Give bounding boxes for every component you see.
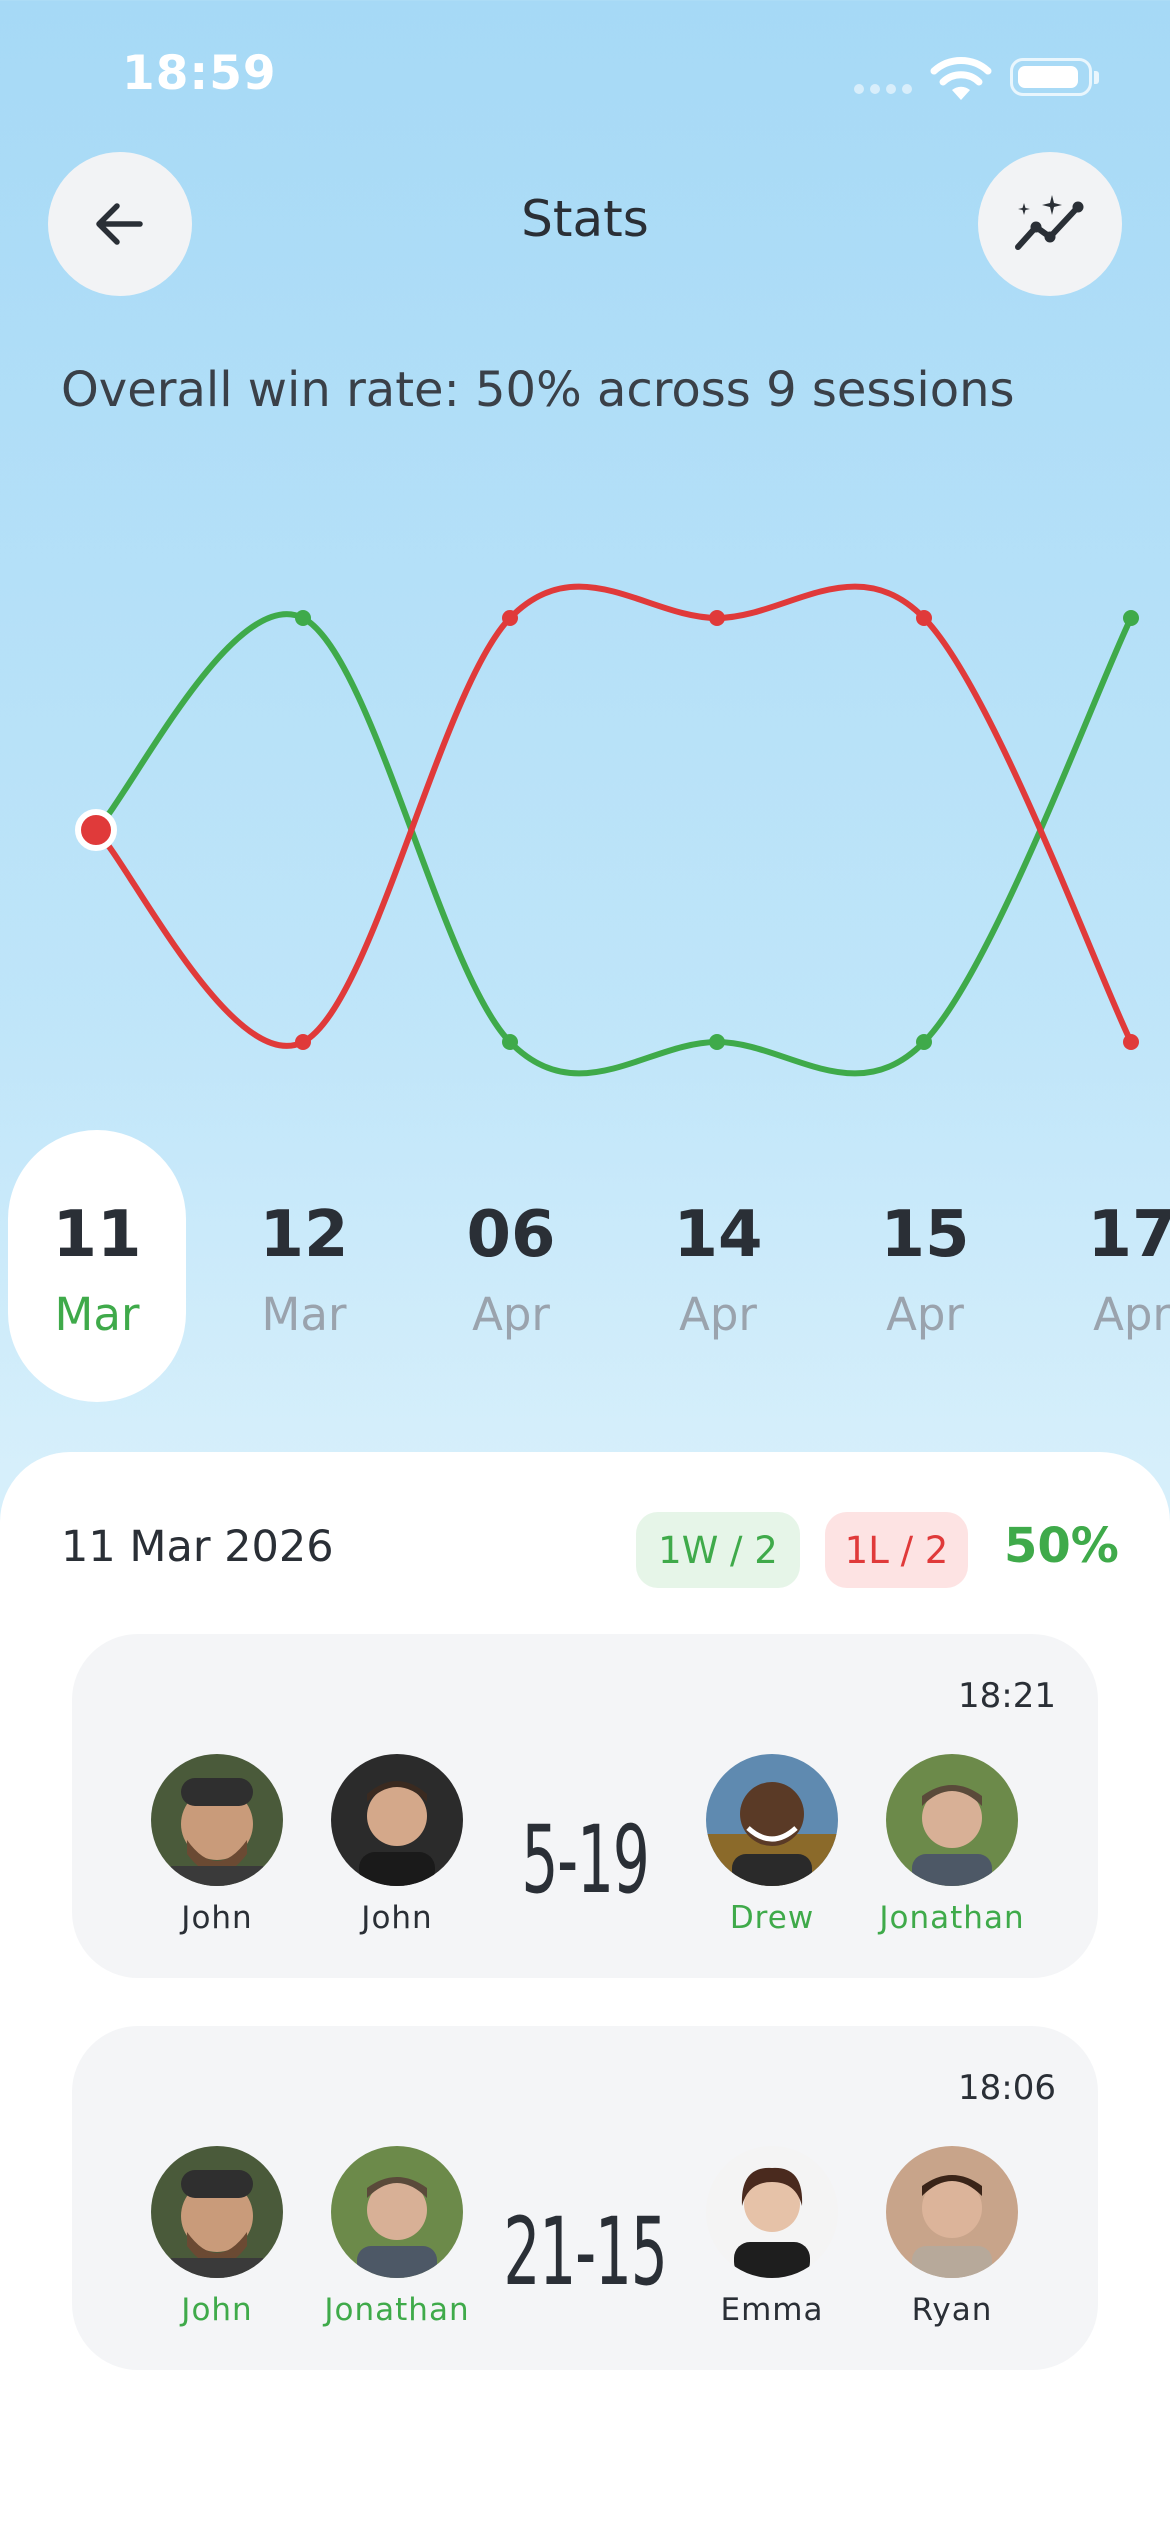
- date-month: Mar: [261, 1288, 347, 1341]
- session-sheet: 11 Mar 2026 1W / 2 1L / 2 50% 18:21 John…: [0, 1452, 1170, 2532]
- match-card[interactable]: 18:21 John John 5-19 Drew Jonathan: [72, 1634, 1098, 1978]
- match-score: 5-19: [521, 1806, 650, 1915]
- data-point: [502, 610, 518, 626]
- player[interactable]: Jonathan: [862, 1754, 1042, 1936]
- data-point: [1123, 1034, 1139, 1050]
- avatar: [331, 1754, 463, 1886]
- date-day: 14: [673, 1198, 763, 1272]
- series-line-1: [93, 583, 1134, 1049]
- wifi-icon: [930, 57, 992, 100]
- player[interactable]: Drew: [682, 1754, 862, 1936]
- player-name: Ryan: [911, 2292, 993, 2328]
- data-point: [295, 610, 311, 626]
- player-name: Jonathan: [324, 2292, 470, 2328]
- player-name: Drew: [729, 1900, 815, 1936]
- date-option[interactable]: 12 Mar: [215, 1130, 393, 1402]
- sparkle-trend-icon: [1015, 195, 1084, 250]
- data-point: [295, 1034, 311, 1050]
- date-month: Apr: [679, 1288, 757, 1341]
- data-point: [502, 1034, 518, 1050]
- match-score: 21-15: [503, 2198, 667, 2307]
- player-name: John: [361, 1900, 433, 1936]
- wins-badge: 1W / 2: [636, 1512, 800, 1588]
- date-day: 15: [880, 1198, 970, 1272]
- data-point: [916, 610, 932, 626]
- selected-point-marker: [75, 809, 117, 851]
- date-option[interactable]: 11 Mar: [8, 1130, 186, 1402]
- date-month: Apr: [1093, 1288, 1170, 1341]
- data-point: [709, 1034, 725, 1050]
- session-win-rate: 50%: [1004, 1518, 1119, 1574]
- date-option[interactable]: 06 Apr: [422, 1130, 600, 1402]
- avatar: [886, 2146, 1018, 2278]
- date-day: 12: [259, 1198, 349, 1272]
- player[interactable]: Emma: [682, 2146, 862, 2328]
- player-name: John: [181, 2292, 253, 2328]
- battery-icon: [1010, 58, 1099, 96]
- avatar: [151, 2146, 283, 2278]
- avatar: [151, 1754, 283, 1886]
- player[interactable]: Ryan: [862, 2146, 1042, 2328]
- date-day: 06: [466, 1198, 556, 1272]
- date-month: Apr: [472, 1288, 550, 1341]
- player[interactable]: John: [127, 1754, 307, 1936]
- date-selector: 11 Mar 12 Mar 06 Apr 14 Apr 15 Apr 17 Apr: [0, 1130, 1170, 1402]
- player-name: Jonathan: [879, 1900, 1025, 1936]
- session-date: 11 Mar 2026: [61, 1522, 334, 1572]
- insights-button[interactable]: [978, 152, 1122, 296]
- player-name: Emma: [720, 2292, 824, 2328]
- date-month: Apr: [886, 1288, 964, 1341]
- status-time: 18:59: [122, 46, 277, 101]
- overall-summary: Overall win rate: 50% across 9 sessions: [61, 362, 1015, 418]
- player[interactable]: Jonathan: [307, 2146, 487, 2328]
- cellular-signal-icon: [854, 84, 912, 94]
- avatar: [706, 2146, 838, 2278]
- date-option[interactable]: 17 Apr: [1043, 1130, 1170, 1402]
- player[interactable]: John: [307, 1754, 487, 1936]
- match-time: 18:21: [958, 1676, 1056, 1716]
- losses-badge: 1L / 2: [825, 1512, 968, 1588]
- win-loss-chart: [75, 583, 1139, 1077]
- date-day: 17: [1087, 1198, 1170, 1272]
- date-month: Mar: [54, 1288, 140, 1341]
- data-point: [709, 610, 725, 626]
- avatar: [331, 2146, 463, 2278]
- match-card[interactable]: 18:06 John Jonathan 21-15 Emma Ryan: [72, 2026, 1098, 2370]
- avatar: [706, 1754, 838, 1886]
- player-name: John: [181, 1900, 253, 1936]
- data-point: [1123, 610, 1139, 626]
- date-day: 11: [52, 1198, 142, 1272]
- date-option[interactable]: 14 Apr: [629, 1130, 807, 1402]
- series-line-0: [93, 611, 1134, 1077]
- avatar: [886, 1754, 1018, 1886]
- data-point: [916, 1034, 932, 1050]
- match-time: 18:06: [958, 2068, 1056, 2108]
- player[interactable]: John: [127, 2146, 307, 2328]
- status-bar: 18:59: [0, 0, 1170, 150]
- date-option[interactable]: 15 Apr: [836, 1130, 1014, 1402]
